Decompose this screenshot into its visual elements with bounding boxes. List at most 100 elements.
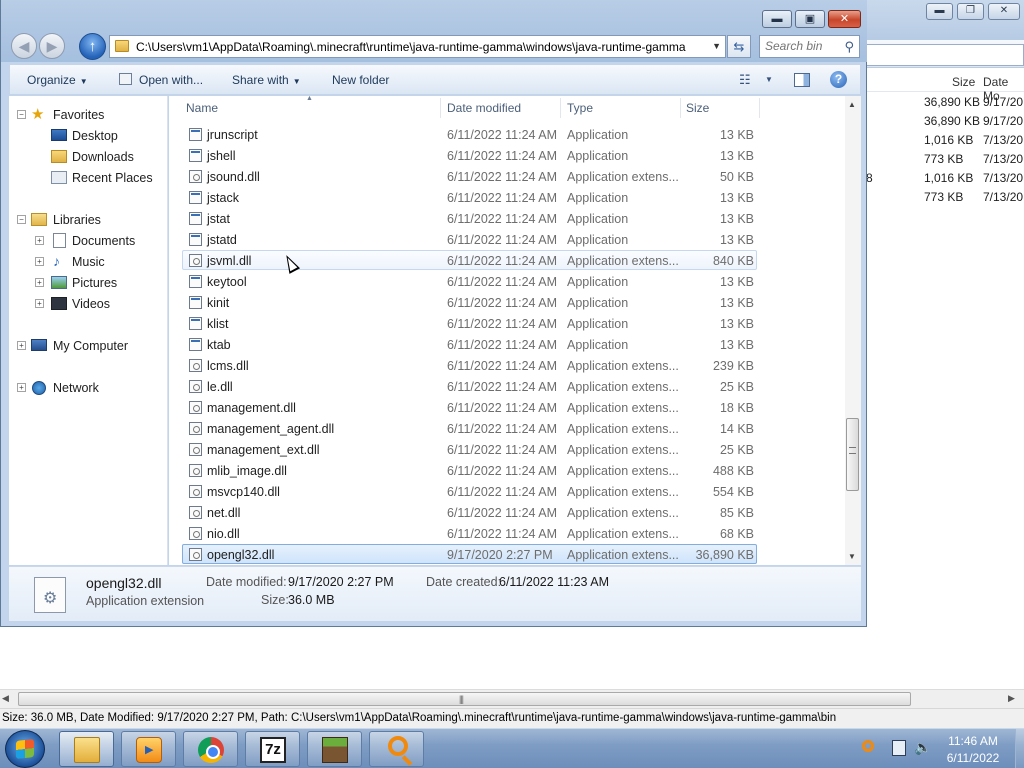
search-icon[interactable]: ⚲ [844, 39, 854, 55]
scroll-down-arrow-icon[interactable]: ▼ [848, 552, 856, 561]
background-file-row[interactable]: 8 1,016 KB 7/13/20 [866, 168, 1024, 187]
file-row[interactable]: ktab 6/11/2022 11:24 AM Application 13 KB [182, 334, 757, 354]
expand-icon[interactable]: + [17, 341, 26, 350]
address-path[interactable]: C:\Users\vm1\AppData\Roaming\.minecraft\… [136, 40, 706, 54]
close-button[interactable]: ✕ [828, 10, 861, 28]
search-tool-tray-icon[interactable] [862, 740, 874, 752]
file-size: 13 KB [719, 317, 754, 331]
views-icon[interactable]: ☷ [739, 72, 751, 88]
file-row[interactable]: net.dll 6/11/2022 11:24 AM Application ext… [182, 502, 757, 522]
organize-menu[interactable]: Organize ▼ [27, 73, 88, 87]
up-arrow-icon[interactable]: ↑ [79, 33, 106, 60]
chevron-down-icon[interactable]: ▼ [712, 41, 721, 51]
file-row[interactable]: mlib_image.dll 6/11/2022 11:24 AM Applicat… [182, 460, 757, 480]
expand-icon[interactable]: + [35, 278, 44, 287]
expand-icon[interactable]: + [35, 236, 44, 245]
clock-date[interactable]: 6/11/2022 [943, 751, 1003, 765]
column-divider[interactable] [440, 98, 441, 118]
forward-arrow-icon[interactable]: ▶ [39, 33, 65, 59]
dll-file-icon [189, 506, 202, 519]
address-bar[interactable]: C:\Users\vm1\AppData\Roaming\.minecraft\… [109, 35, 726, 58]
start-button[interactable] [5, 730, 45, 768]
taskbar-search-tool-button[interactable] [369, 731, 424, 767]
horizontal-scroll-thumb[interactable]: ||| [18, 692, 911, 706]
column-header-name[interactable]: Name [186, 101, 218, 115]
file-row[interactable]: le.dll 6/11/2022 11:24 AM Application exte… [182, 376, 757, 396]
file-row[interactable]: jshell 6/11/2022 11:24 AM Application 13 KB [182, 145, 757, 165]
file-size: 50 KB [719, 170, 754, 184]
file-row[interactable]: jstack 6/11/2022 11:24 AM Application 13 KB [182, 187, 757, 207]
background-row-fragment: 8 [866, 171, 873, 185]
scroll-up-arrow-icon[interactable]: ▲ [848, 100, 856, 109]
column-divider[interactable] [560, 98, 561, 118]
file-date-modified: 6/11/2022 11:24 AM [447, 380, 558, 394]
maximize-button[interactable]: ▣ [795, 10, 825, 28]
file-row[interactable]: lcms.dll 6/11/2022 11:24 AM Application ex… [182, 355, 757, 375]
taskbar-media-player-button[interactable] [121, 731, 176, 767]
background-file-row[interactable]: 36,890 KB 9/17/20 [866, 92, 1024, 111]
expand-icon[interactable]: + [35, 299, 44, 308]
background-file-row[interactable]: 773 KB 7/13/20 [866, 149, 1024, 168]
file-row[interactable]: keytool 6/11/2022 11:24 AM Application 13 K… [182, 271, 757, 291]
vertical-scrollbar[interactable]: ▲ ▼ [845, 96, 861, 565]
minimize-button[interactable]: ▬ [762, 10, 792, 28]
chevron-down-icon[interactable]: ▼ [765, 75, 773, 84]
file-row[interactable]: management.dll 6/11/2022 11:24 AM Applicat… [182, 397, 757, 417]
file-row[interactable]: jstat 6/11/2022 11:24 AM Application 13 KB [182, 208, 757, 228]
column-divider[interactable] [680, 98, 681, 118]
file-row[interactable]: kinit 6/11/2022 11:24 AM Application 13 KB [182, 292, 757, 312]
expand-icon[interactable]: + [35, 257, 44, 266]
column-header-size[interactable]: Size [686, 101, 709, 115]
file-row[interactable]: msvcp140.dll 6/11/2022 11:24 AM Applicatio… [182, 481, 757, 501]
chrome-icon [198, 737, 224, 763]
taskbar-chrome-button[interactable] [183, 731, 238, 767]
column-header-date-modified[interactable]: Date modified [447, 101, 521, 115]
volume-icon[interactable]: 🔈 [914, 739, 931, 756]
file-row[interactable]: opengl32.dll 9/17/2020 2:27 PM Application… [182, 544, 757, 564]
magnifier-icon [388, 736, 408, 756]
vertical-scroll-thumb[interactable] [846, 418, 859, 491]
back-arrow-icon[interactable]: ◀ [11, 33, 37, 59]
preview-pane-icon[interactable] [794, 73, 810, 87]
taskbar-explorer-button[interactable] [59, 731, 114, 767]
background-file-row[interactable]: 1,016 KB 7/13/20 [866, 130, 1024, 149]
background-file-row[interactable]: 773 KB 7/13/20 [866, 187, 1024, 206]
taskbar-minecraft-button[interactable] [307, 731, 362, 767]
taskbar-7zip-button[interactable]: 7z [245, 731, 300, 767]
scroll-left-arrow-icon[interactable]: ◀ [2, 693, 14, 705]
background-maximize-button[interactable]: ❐ [957, 3, 984, 20]
file-row[interactable]: nio.dll 6/11/2022 11:24 AM Application ext… [182, 523, 757, 543]
file-row[interactable]: jsound.dll 6/11/2022 11:24 AM Application … [182, 166, 757, 186]
file-size: 488 KB [712, 464, 754, 478]
column-header-type[interactable]: Type [567, 101, 593, 115]
expand-icon[interactable]: + [17, 383, 26, 392]
collapse-icon[interactable]: − [17, 110, 26, 119]
search-box[interactable]: ⚲ [759, 35, 860, 58]
refresh-icon[interactable]: ⇆ [727, 35, 751, 58]
file-row[interactable]: jrunscript 6/11/2022 11:24 AM Application 1… [182, 124, 757, 144]
help-icon[interactable]: ? [830, 71, 847, 88]
clock-time[interactable]: 11:46 AM [943, 734, 1003, 748]
share-with-menu[interactable]: Share with ▼ [232, 73, 301, 87]
file-row[interactable]: klist 6/11/2022 11:24 AM Application 13 KB [182, 313, 757, 333]
horizontal-scrollbar[interactable]: ◀ ||| ▶ [0, 689, 1024, 708]
file-size: 13 KB [719, 275, 754, 289]
background-search-field[interactable] [866, 44, 1024, 66]
search-input[interactable] [765, 39, 839, 53]
collapse-icon[interactable]: − [17, 215, 26, 224]
new-folder-button[interactable]: New folder [332, 73, 389, 87]
background-minimize-button[interactable]: ▬ [926, 3, 953, 20]
file-row[interactable]: jstatd 6/11/2022 11:24 AM Application 13 KB [182, 229, 757, 249]
action-center-flag-icon[interactable] [892, 740, 906, 756]
file-row[interactable]: jsvml.dll 6/11/2022 11:24 AM Application e… [182, 250, 757, 270]
file-date-modified: 6/11/2022 11:24 AM [447, 506, 558, 520]
background-size-header[interactable]: Size [952, 75, 975, 89]
background-close-button[interactable]: ✕ [988, 3, 1020, 20]
column-divider[interactable] [759, 98, 760, 118]
file-row[interactable]: management_ext.dll 6/11/2022 11:24 AM Appl… [182, 439, 757, 459]
file-row[interactable]: management_agent.dll 6/11/2022 11:24 AM Ap… [182, 418, 757, 438]
show-desktop-button[interactable] [1015, 729, 1024, 768]
background-file-row[interactable]: 36,890 KB 9/17/20 [866, 111, 1024, 130]
open-with-button[interactable]: Open with... [139, 73, 203, 87]
scroll-right-arrow-icon[interactable]: ▶ [1008, 693, 1020, 705]
